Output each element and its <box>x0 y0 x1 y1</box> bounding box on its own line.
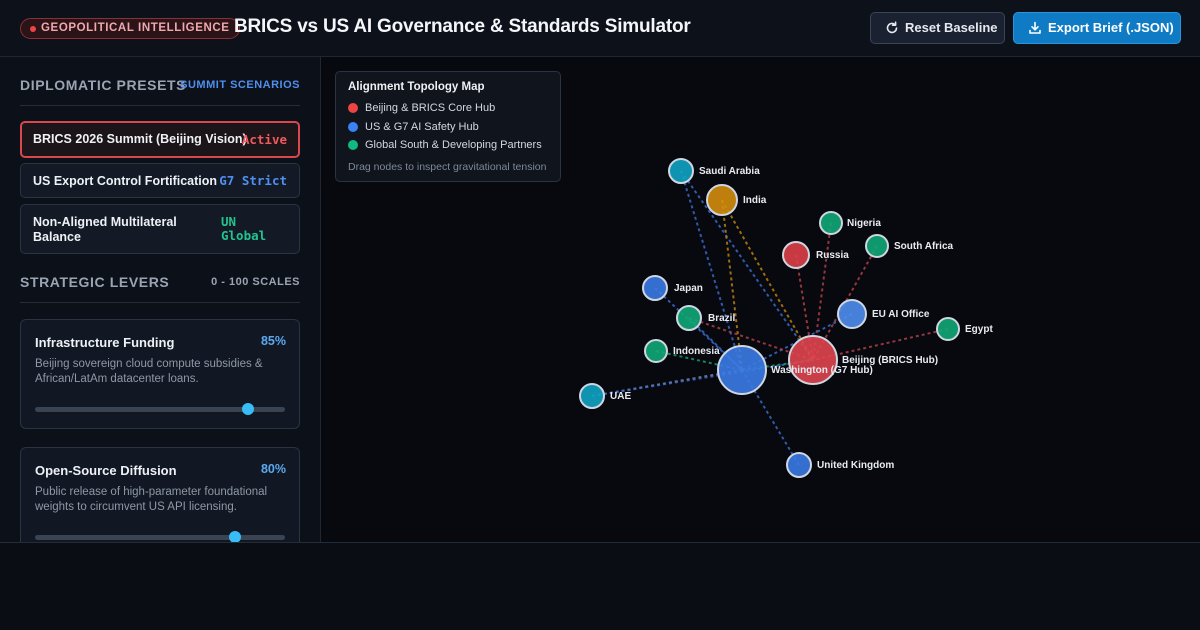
levers-header: STRATEGIC LEVERS 0 - 100 SCALES <box>20 274 300 294</box>
preset-us-export-control[interactable]: US Export Control Fortification G7 Stric… <box>20 163 300 198</box>
levers-title: STRATEGIC LEVERS <box>20 274 170 290</box>
preset-tag-line1: UN <box>221 214 237 229</box>
lever-name: Open-Source Diffusion <box>35 463 177 478</box>
presets-title: DIPLOMATIC PRESETS <box>20 77 187 93</box>
legend-hint: Drag nodes to inspect gravitational tens… <box>348 161 547 173</box>
control-sidebar: DIPLOMATIC PRESETS SUMMIT SCENARIOS BRIC… <box>0 57 321 542</box>
download-icon <box>1029 21 1041 34</box>
lever-description: Public release of high-parameter foundat… <box>35 485 285 515</box>
presets-aside[interactable]: SUMMIT SCENARIOS <box>180 79 300 91</box>
legend-item-global-south: Global South & Developing Partners <box>348 138 542 152</box>
page-title: BRICS vs US AI Governance & Standards Si… <box>234 16 691 37</box>
export-brief-button[interactable]: Export Brief (.JSON) <box>1013 12 1181 44</box>
legend-label: Beijing & BRICS Core Hub <box>365 102 496 114</box>
preset-label-line1: Non-Aligned Multilateral <box>33 215 177 229</box>
slider-thumb[interactable] <box>229 531 241 542</box>
preset-status-badge: Active <box>241 132 287 147</box>
divider <box>20 105 300 106</box>
lever-infrastructure-funding: Infrastructure Funding 85% Beijing sover… <box>20 319 300 429</box>
preset-non-aligned[interactable]: Non-Aligned Multilateral Balance UN Glob… <box>20 204 300 254</box>
blue-dot-icon <box>348 122 358 132</box>
legend-label: Global South & Developing Partners <box>365 139 542 151</box>
preset-label: US Export Control Fortification <box>33 174 218 188</box>
lever-desc-line2: weights to circumvent US API licensing. <box>35 501 237 513</box>
lever-open-source-diffusion: Open-Source Diffusion 80% Public release… <box>20 447 300 542</box>
lever-name: Infrastructure Funding <box>35 335 175 350</box>
bottom-panel <box>0 542 1200 630</box>
slider-track[interactable] <box>35 531 285 542</box>
legend-item-us: US & G7 AI Safety Hub <box>348 120 479 134</box>
lever-description: Beijing sovereign cloud compute subsidie… <box>35 357 285 387</box>
lever-value: 80% <box>260 462 286 476</box>
preset-tag-line2: Global <box>221 228 267 243</box>
lever-desc-line1: Beijing sovereign cloud compute subsidie… <box>35 358 263 370</box>
status-dot-icon <box>30 26 36 32</box>
slider-track[interactable] <box>35 403 285 415</box>
legend-item-brics: Beijing & BRICS Core Hub <box>348 101 495 115</box>
reset-label: Reset Baseline <box>905 20 998 35</box>
presets-header: DIPLOMATIC PRESETS SUMMIT SCENARIOS <box>20 77 300 97</box>
divider <box>20 302 300 303</box>
lever-value: 85% <box>260 334 286 348</box>
legend-panel: Alignment Topology Map Beijing & BRICS C… <box>335 71 561 182</box>
badge-label: GEOPOLITICAL INTELLIGENCE <box>41 22 230 34</box>
lever-desc-line2: African/LatAm datacenter loans. <box>35 373 199 385</box>
legend-title: Alignment Topology Map <box>348 81 485 93</box>
preset-label: BRICS 2026 Summit (Beijing Vision) <box>33 132 247 146</box>
levers-aside: 0 - 100 SCALES <box>211 276 300 288</box>
slider-thumb[interactable] <box>241 403 254 415</box>
lever-desc-line1: Public release of high-parameter foundat… <box>35 486 268 498</box>
green-dot-icon <box>348 140 358 150</box>
preset-brics-summit[interactable]: BRICS 2026 Summit (Beijing Vision) Activ… <box>20 121 300 158</box>
reset-icon <box>886 21 898 34</box>
top-bar: GEOPOLITICAL INTELLIGENCE BRICS vs US AI… <box>0 0 1200 57</box>
preset-tag: G7 Strict <box>219 173 287 188</box>
legend-label: US & G7 AI Safety Hub <box>365 121 479 133</box>
export-label: Export Brief (.JSON) <box>1048 20 1174 35</box>
reset-baseline-button[interactable]: Reset Baseline <box>870 12 1005 44</box>
red-dot-icon <box>348 103 358 113</box>
preset-label-line2: Balance <box>33 230 81 244</box>
category-badge: GEOPOLITICAL INTELLIGENCE <box>20 18 240 39</box>
